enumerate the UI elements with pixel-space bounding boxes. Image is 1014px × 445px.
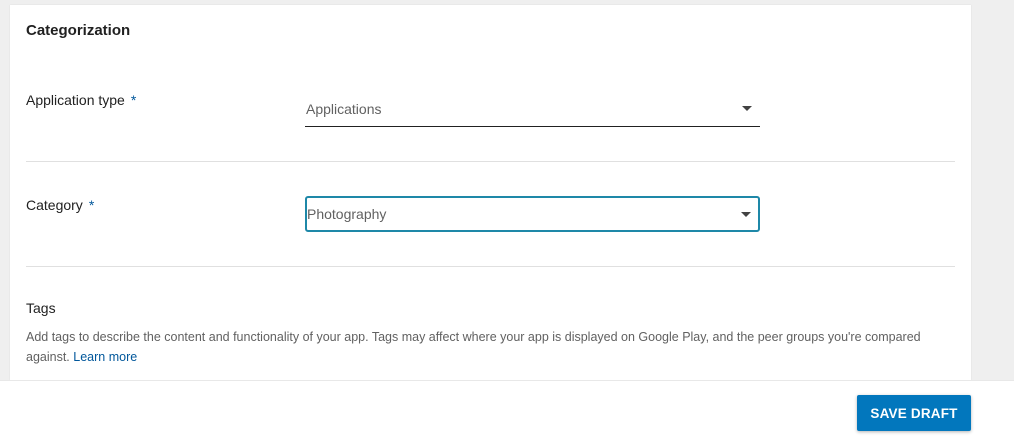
divider (26, 266, 955, 267)
application-type-select[interactable]: Applications (305, 91, 760, 127)
category-label-text: Category (26, 197, 83, 213)
category-label: Category * (26, 197, 94, 213)
tags-description: Add tags to describe the content and fun… (26, 327, 961, 367)
learn-more-link[interactable]: Learn more (73, 350, 137, 364)
application-type-label: Application type * (26, 92, 136, 108)
dropdown-arrow-icon (741, 212, 751, 217)
required-marker: * (88, 197, 95, 213)
category-value: Photography (307, 206, 387, 222)
divider (26, 161, 955, 162)
save-draft-button[interactable]: SAVE DRAFT (857, 395, 971, 431)
dropdown-arrow-icon (742, 106, 752, 111)
section-title: Categorization (26, 22, 131, 39)
tags-description-text: Add tags to describe the content and fun… (26, 330, 921, 364)
application-type-label-text: Application type (26, 92, 125, 108)
category-select[interactable]: Photography (305, 196, 760, 232)
required-marker: * (130, 92, 137, 108)
tags-title: Tags (26, 300, 56, 316)
categorization-card: Categorization Application type * Applica… (10, 5, 971, 380)
footer-bar: SAVE DRAFT (0, 380, 1014, 445)
application-type-value: Applications (306, 101, 382, 117)
